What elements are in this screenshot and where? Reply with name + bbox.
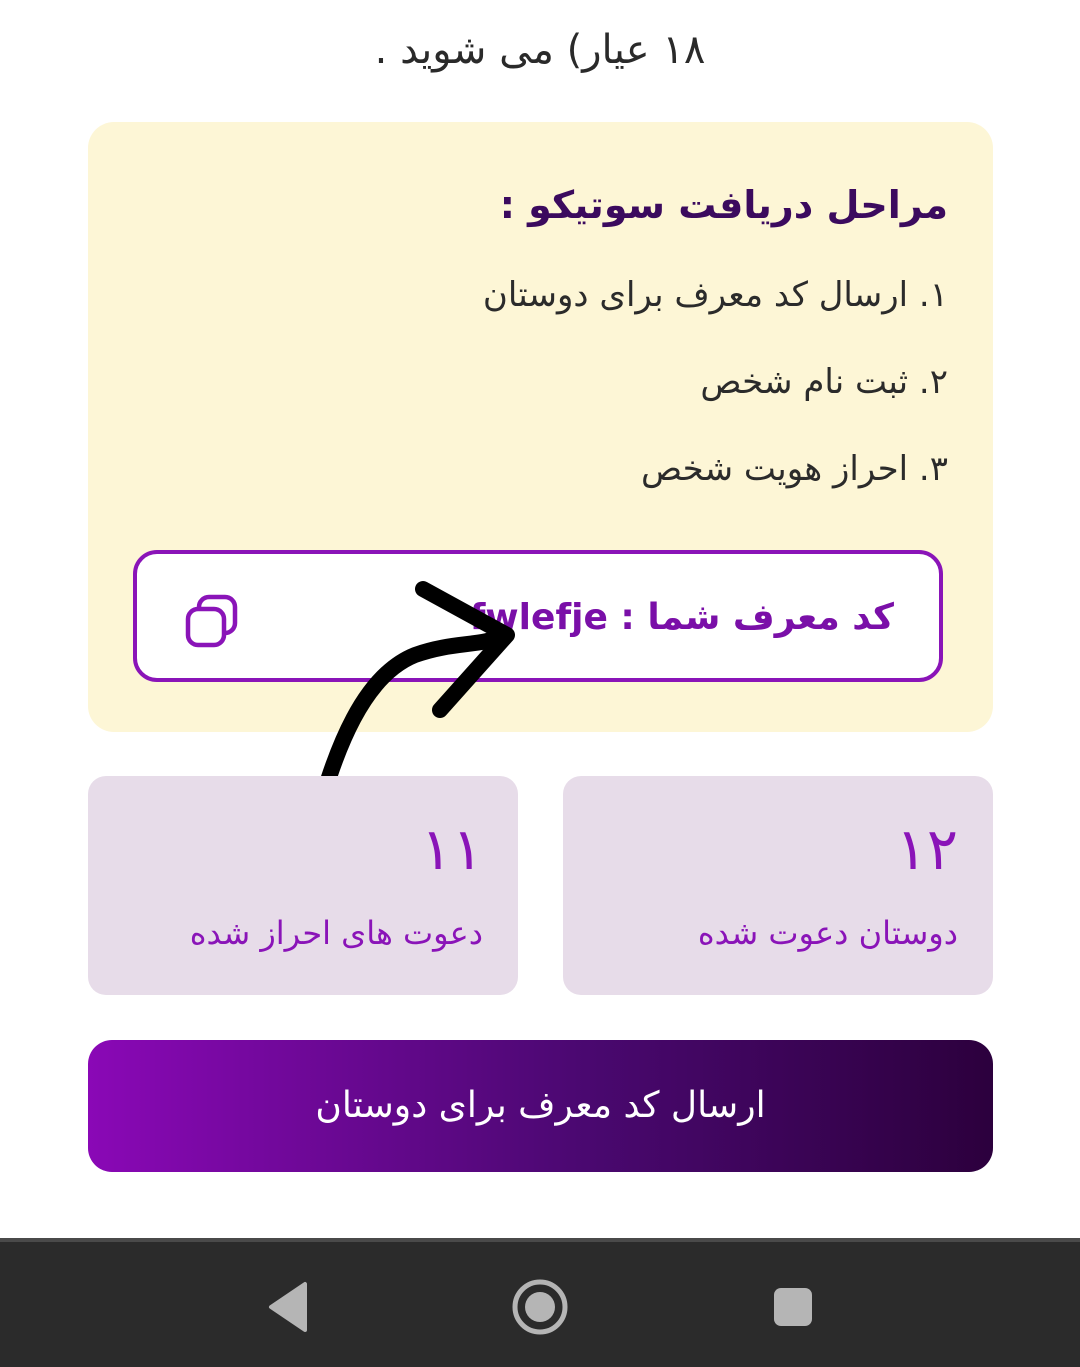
triangle-back-icon xyxy=(269,1282,307,1332)
verified-invites-card: ۱۱ دعوت های احراز شده xyxy=(88,776,518,995)
referral-code-box: کد معرف شما : fwlefje xyxy=(133,550,943,682)
referral-code-text: کد معرف شما : fwlefje xyxy=(470,590,894,646)
system-nav-bar xyxy=(0,1238,1080,1367)
verified-invites-label: دعوت های احراز شده xyxy=(189,914,483,952)
nav-recents-button[interactable] xyxy=(758,1272,828,1342)
copy-button[interactable] xyxy=(182,592,242,652)
copy-icon xyxy=(185,594,238,648)
steps-title: مراحل دریافت سوتیکو : xyxy=(499,183,948,227)
steps-card: مراحل دریافت سوتیکو : ۱. ارسال کد معرف ب… xyxy=(88,122,993,732)
verified-invites-count: ۱۱ xyxy=(420,815,483,883)
invited-friends-card: ۱۲ دوستان دعوت شده xyxy=(563,776,993,995)
referral-code-value: fwlefje xyxy=(469,597,608,638)
invited-friends-count: ۱۲ xyxy=(895,815,958,883)
nav-home-button[interactable] xyxy=(505,1272,575,1342)
step-item: ۱. ارسال کد معرف برای دوستان xyxy=(482,275,948,315)
circle-home-icon xyxy=(512,1279,568,1335)
intro-text: ۱۸ عیار) می شوید . xyxy=(0,18,1080,88)
intro-last-line: ۱۸ عیار) می شوید . xyxy=(374,27,706,73)
referral-code-label: کد معرف شما : xyxy=(607,597,894,638)
send-referral-button[interactable]: ارسال کد معرف برای دوستان xyxy=(88,1040,993,1172)
step-item: ۳. احراز هویت شخص xyxy=(640,449,948,489)
square-recents-icon xyxy=(774,1288,812,1326)
step-item: ۲. ثبت نام شخص xyxy=(700,362,948,402)
nav-back-button[interactable] xyxy=(253,1272,323,1342)
invited-friends-label: دوستان دعوت شده xyxy=(697,914,958,952)
